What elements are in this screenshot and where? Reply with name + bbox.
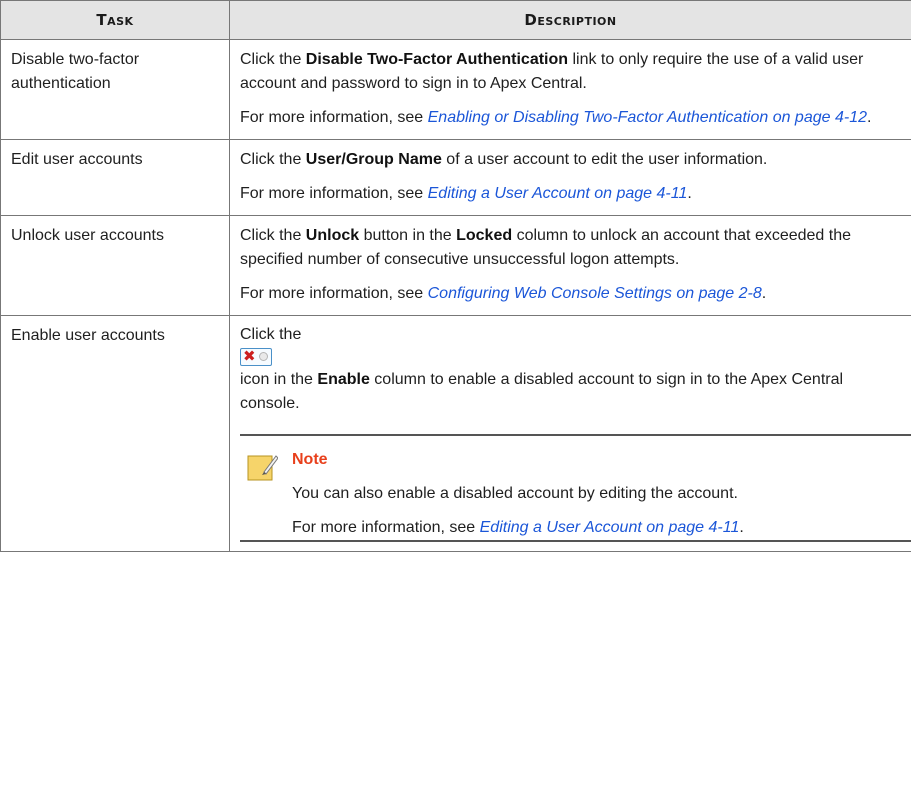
description-cell: Click the Disable Two-Factor Authenticat… [229,39,911,140]
description-paragraph: Click the Unlock button in the Locked co… [240,227,852,268]
description-cell: Click the Unlock button in the Locked co… [229,215,911,316]
column-header-task: Task [0,0,230,40]
description-paragraph: icon in the Enable column to enable a di… [240,371,844,412]
more-info-paragraph: For more information, see Editing a User… [292,519,744,536]
description-paragraph: Click the Disable Two-Factor Authenticat… [240,51,864,92]
ui-term: User/Group Name [305,151,442,168]
table-row: Disable two-factor authentication Click … [0,39,911,140]
grey-dot-icon [258,352,268,362]
table-row: Enable user accounts Click the ✖ icon in… [0,315,911,552]
table-row: Edit user accounts Click the User/Group … [0,139,911,216]
task-cell: Unlock user accounts [0,215,230,316]
task-description-table: Task Description Disable two-factor auth… [0,0,911,552]
table-row: Unlock user accounts Click the Unlock bu… [0,215,911,316]
more-info-paragraph: For more information, see Enabling or Di… [240,109,872,126]
task-cell: Disable two-factor authentication [0,39,230,140]
ui-term: Disable Two-Factor Authentication [305,51,569,68]
note-text: You can also enable a disabled account b… [292,485,738,502]
description-cell: Click the ✖ icon in the Enable column to… [229,315,911,552]
cross-reference-link[interactable]: Enabling or Disabling Two-Factor Authent… [428,109,867,126]
more-info-paragraph: For more information, see Configuring We… [240,285,767,302]
table-header-row: Task Description [0,0,911,40]
note-box: Note You can also enable a disabled acco… [240,434,911,542]
task-cell: Edit user accounts [0,139,230,216]
note-title: Note [292,451,328,468]
column-header-description: Description [229,0,911,40]
ui-term: Locked [456,227,513,244]
task-cell: Enable user accounts [0,315,230,552]
ui-term: Unlock [305,227,360,244]
more-info-paragraph: For more information, see Editing a User… [240,185,692,202]
cross-reference-link[interactable]: Configuring Web Console Settings on page… [428,285,762,302]
disabled-account-icon: ✖ [240,347,272,366]
ui-term: Enable [317,371,370,388]
description-paragraph: Click the User/Group Name of a user acco… [240,151,768,168]
red-x-icon: ✖ [243,347,256,365]
note-pencil-icon [247,455,278,481]
description-cell: Click the User/Group Name of a user acco… [229,139,911,216]
cross-reference-link[interactable]: Editing a User Account on page 4-11 [428,185,688,202]
cross-reference-link[interactable]: Editing a User Account on page 4-11 [480,519,740,536]
